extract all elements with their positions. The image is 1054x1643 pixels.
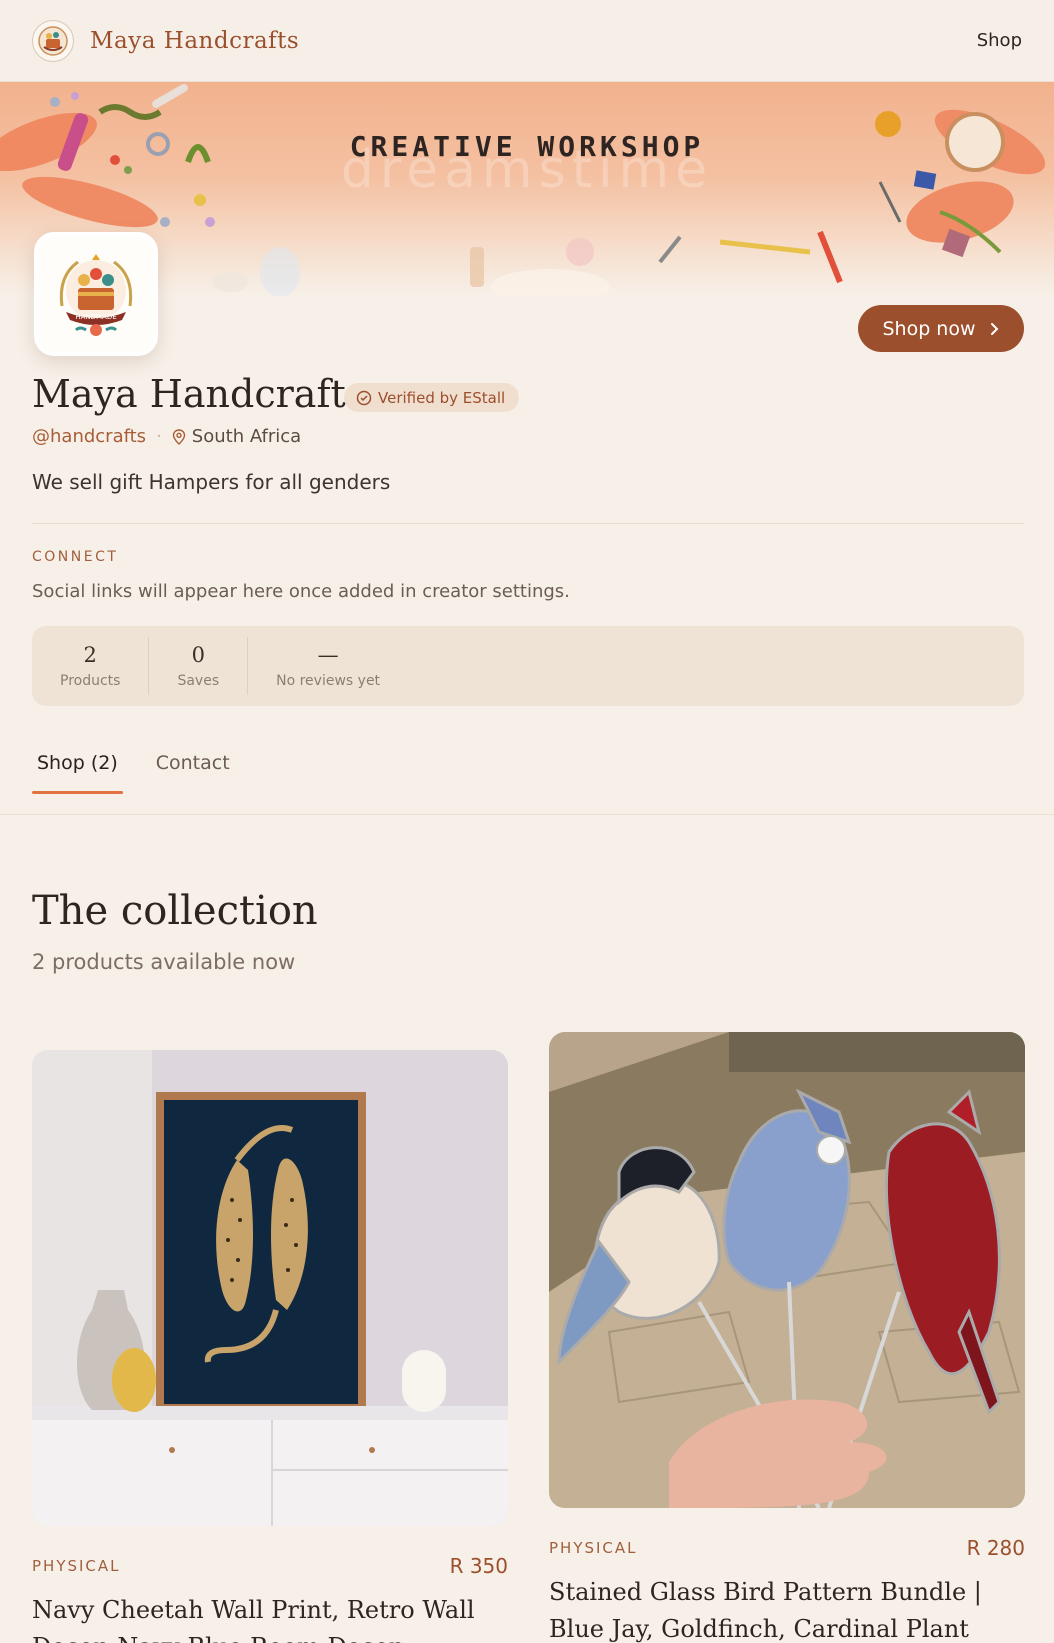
stat-label: Saves xyxy=(177,673,220,689)
product-card[interactable]: PHYSICAL R 280 Stained Glass Bird Patter… xyxy=(549,1032,1025,1643)
divider xyxy=(0,814,1054,815)
connect-note: Social links will appear here once added… xyxy=(32,581,570,602)
product-price: R 350 xyxy=(449,1554,508,1578)
stat-reviews: — No reviews yet xyxy=(248,637,408,695)
brand-logo-icon[interactable] xyxy=(32,19,74,62)
stat-value: — xyxy=(317,643,339,667)
stat-label: Products xyxy=(60,673,121,689)
separator-dot: · xyxy=(156,426,162,447)
product-name[interactable]: Navy Cheetah Wall Print, Retro Wall Deco… xyxy=(32,1592,508,1643)
nav-shop-link[interactable]: Shop xyxy=(977,30,1022,51)
connect-heading: CONNECT xyxy=(32,549,119,565)
banner-headline: CREATIVE WORKSHOP xyxy=(349,130,705,163)
stat-label: No reviews yet xyxy=(276,673,381,689)
profile-bio: We sell gift Hampers for all genders xyxy=(32,470,391,494)
shop-now-label: Shop now xyxy=(882,317,976,340)
brand-name[interactable]: Maya Handcrafts xyxy=(90,28,299,54)
verified-check-icon xyxy=(356,390,372,405)
product-image[interactable] xyxy=(32,1050,508,1526)
location-text: South Africa xyxy=(191,426,302,447)
stat-saves: 0 Saves xyxy=(149,637,249,695)
shop-avatar[interactable]: HANDMADE xyxy=(34,232,158,356)
profile-name: Maya Handcrafts xyxy=(32,372,366,416)
verified-label: Verified by EStall xyxy=(378,388,506,407)
top-nav: Maya Handcrafts Shop xyxy=(0,0,1054,82)
handmade-badge-icon: HANDMADE xyxy=(59,254,133,336)
stat-value: 2 xyxy=(83,643,97,667)
product-type: PHYSICAL xyxy=(32,1557,121,1575)
product-name[interactable]: Stained Glass Bird Pattern Bundle | Blue… xyxy=(549,1574,1025,1643)
product-card[interactable]: PHYSICAL R 350 Navy Cheetah Wall Print, … xyxy=(32,1050,508,1643)
profile-meta: @handcrafts · South Africa xyxy=(32,426,301,447)
stat-value: 0 xyxy=(191,643,205,667)
product-image[interactable] xyxy=(549,1032,1025,1508)
tab-shop[interactable]: Shop (2) xyxy=(32,752,123,794)
collection-title: The collection xyxy=(32,888,318,934)
stats-bar: 2 Products 0 Saves — No reviews yet xyxy=(32,626,1024,706)
product-type: PHYSICAL xyxy=(549,1539,638,1557)
avatar-badge-text: HANDMADE xyxy=(75,313,116,321)
location-pin-icon xyxy=(172,428,185,445)
tab-contact[interactable]: Contact xyxy=(151,752,235,794)
stat-products: 2 Products xyxy=(32,637,150,695)
divider xyxy=(32,523,1024,524)
collection-subtitle: 2 products available now xyxy=(32,950,296,974)
shop-now-button[interactable]: Shop now xyxy=(858,305,1024,352)
profile-tabs: Shop (2) Contact xyxy=(32,752,263,794)
product-price: R 280 xyxy=(966,1536,1025,1560)
chevron-right-icon xyxy=(990,322,998,335)
verified-badge: Verified by EStall xyxy=(344,383,520,412)
shop-banner: dreamstime CREATIVE WORKSHOP xyxy=(0,82,1054,296)
profile-location: South Africa xyxy=(172,426,301,447)
profile-handle[interactable]: @handcrafts xyxy=(32,426,146,447)
